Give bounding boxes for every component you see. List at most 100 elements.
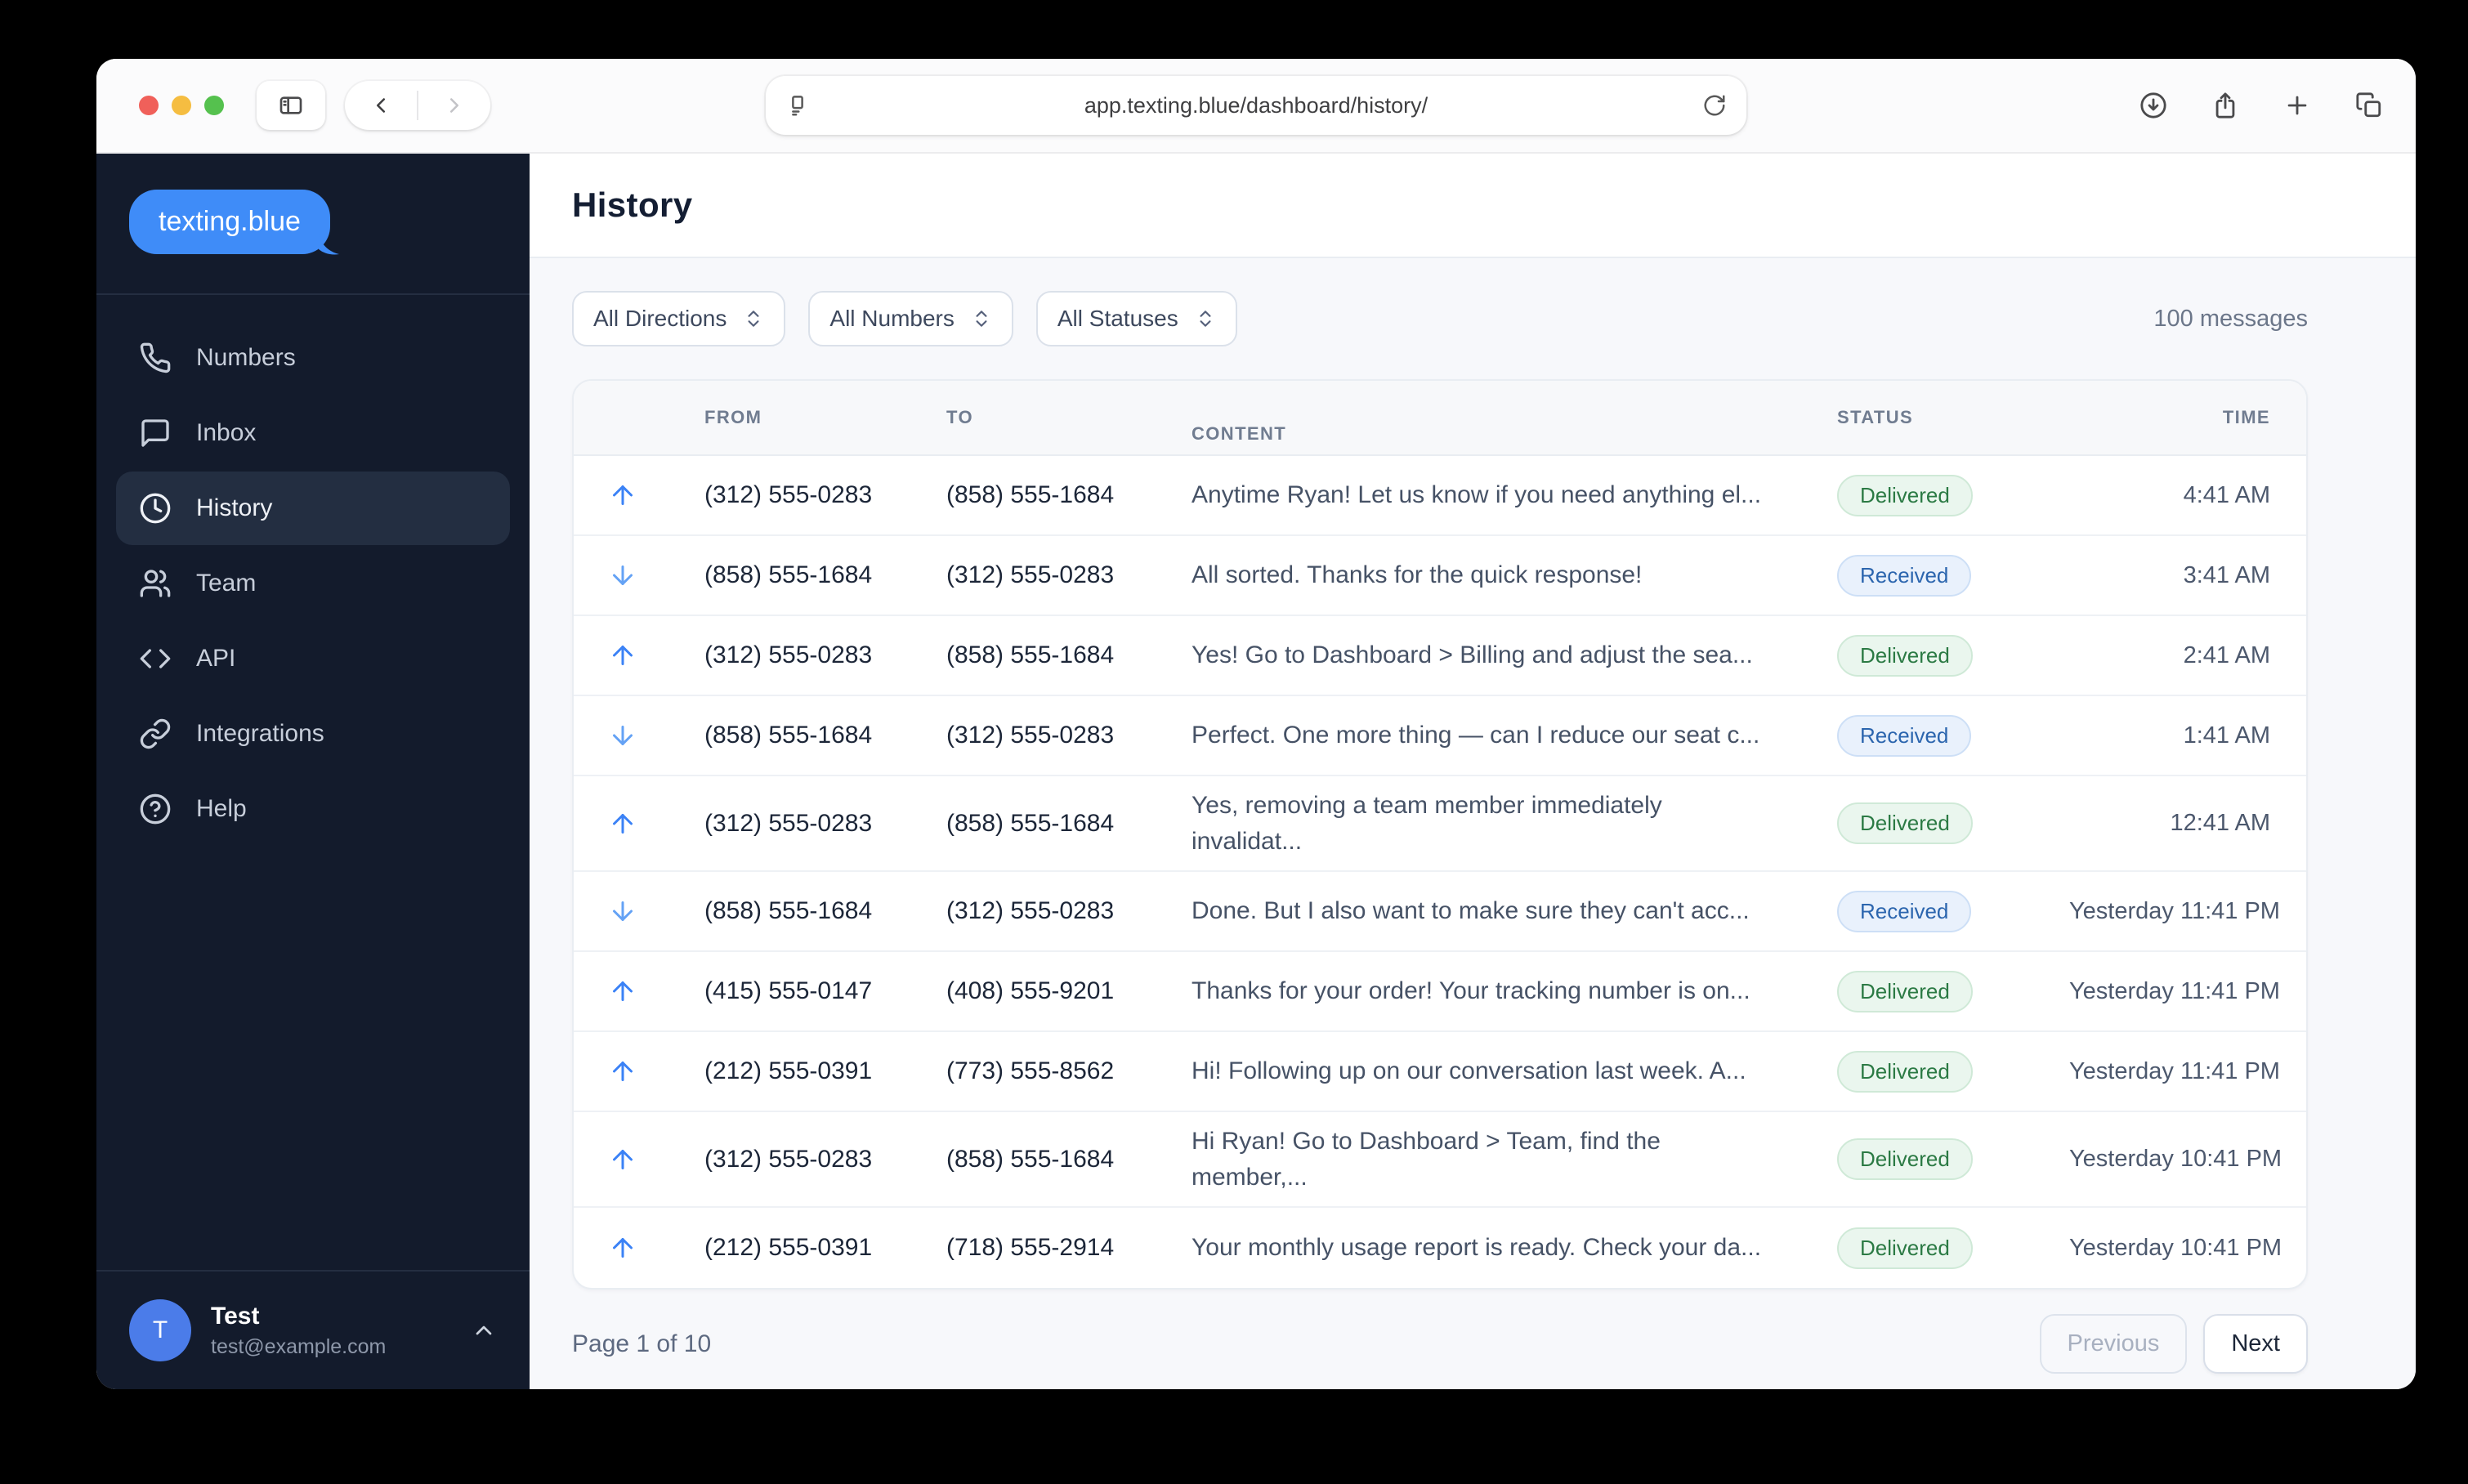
chevrons-up-down-icon — [1195, 308, 1216, 329]
table-row[interactable]: (212) 555-0391 (718) 555-2914 Your month… — [574, 1208, 2306, 1288]
table-row[interactable]: (858) 555-1684 (312) 555-0283 All sorted… — [574, 536, 2306, 616]
message-time: 2:41 AM — [2183, 641, 2270, 668]
url-bar[interactable]: app.texting.blue/dashboard/history/ — [766, 76, 1746, 135]
sidebar-item-label: Inbox — [196, 419, 257, 446]
sidebar-item-history[interactable]: History — [116, 472, 510, 545]
to-number: (718) 555-2914 — [946, 1234, 1115, 1261]
direction-cell — [574, 896, 672, 926]
from-number: (858) 555-1684 — [704, 722, 873, 749]
phone-icon — [139, 342, 172, 374]
direction-cell — [574, 1145, 672, 1174]
tabs-icon[interactable] — [2355, 92, 2383, 119]
table-row[interactable]: (212) 555-0391 (773) 555-8562 Hi! Follow… — [574, 1032, 2306, 1112]
users-icon — [139, 567, 172, 600]
arrow-up-icon — [613, 1062, 633, 1081]
status-badge: Delivered — [1837, 802, 1973, 844]
direction-cell — [574, 561, 672, 590]
status-cell: Delivered — [1804, 970, 2069, 1012]
logo-text: texting.blue — [159, 206, 301, 237]
message-content: Perfect. One more thing — can I reduce o… — [1192, 722, 1760, 749]
message-time: Yesterday 10:41 PM — [2069, 1234, 2282, 1261]
table-row[interactable]: (858) 555-1684 (312) 555-0283 Perfect. O… — [574, 696, 2306, 776]
message-content: Hi Ryan! Go to Dashboard > Team, find th… — [1192, 1128, 1661, 1191]
status-badge: Delivered — [1837, 1138, 1973, 1180]
app-body: texting.blue Numbers Inbox History Team … — [96, 154, 2416, 1389]
sidebar-item-integrations[interactable]: Integrations — [116, 697, 510, 771]
table-body: (312) 555-0283 (858) 555-1684 Anytime Ry… — [574, 456, 2306, 1288]
chevrons-up-down-icon — [743, 308, 764, 329]
download-icon[interactable] — [2139, 92, 2167, 119]
sidebar-item-numbers[interactable]: Numbers — [116, 321, 510, 395]
sidebar-nav: Numbers Inbox History Team API Integrati… — [96, 295, 530, 847]
texting-blue-logo[interactable]: texting.blue — [129, 190, 339, 255]
chevron-up-icon[interactable] — [471, 1317, 497, 1343]
filter-label: All Statuses — [1057, 306, 1178, 331]
share-icon[interactable] — [2211, 92, 2239, 119]
close-button[interactable] — [139, 96, 159, 115]
user-name: Test — [211, 1302, 260, 1330]
status-badge: Received — [1837, 554, 1972, 597]
table-row[interactable]: (312) 555-0283 (858) 555-1684 Anytime Ry… — [574, 456, 2306, 536]
forward-icon[interactable] — [418, 81, 490, 130]
table-row[interactable]: (415) 555-0147 (408) 555-9201 Thanks for… — [574, 952, 2306, 1032]
table-row[interactable]: (312) 555-0283 (858) 555-1684 Hi Ryan! G… — [574, 1112, 2306, 1208]
sidebar-item-team[interactable]: Team — [116, 547, 510, 620]
next-button[interactable]: Next — [2203, 1314, 2308, 1374]
from-number: (312) 555-0283 — [704, 1145, 873, 1173]
message-content: Hi! Following up on our conversation las… — [1192, 1057, 1746, 1085]
new-tab-icon[interactable] — [2283, 92, 2311, 119]
filter-statuses[interactable]: All Statuses — [1035, 291, 1237, 346]
to-number: (408) 555-9201 — [946, 977, 1115, 1004]
sidebar-item-inbox[interactable]: Inbox — [116, 396, 510, 470]
browser-toolbar-right — [2139, 92, 2383, 119]
sidebar-item-label: Team — [196, 570, 257, 597]
back-icon[interactable] — [345, 81, 417, 130]
sidebar-item-api[interactable]: API — [116, 622, 510, 695]
column-header: FROM — [704, 407, 762, 427]
from-number: (312) 555-0283 — [704, 641, 873, 668]
status-cell: Delivered — [1804, 634, 2069, 677]
table-row[interactable]: (312) 555-0283 (858) 555-1684 Yes, remov… — [574, 776, 2306, 872]
table-header: FROM TO CONTENT STATUS TIME — [574, 381, 2306, 456]
sidebar-item-help[interactable]: Help — [116, 772, 510, 846]
direction-cell — [574, 977, 672, 1006]
reader-icon[interactable] — [785, 93, 810, 118]
pager-buttons: Previous Next — [2039, 1314, 2308, 1374]
sidebar-item-label: History — [196, 494, 273, 521]
minimize-button[interactable] — [172, 96, 191, 115]
page-indicator: Page 1 of 10 — [572, 1330, 712, 1357]
direction-cell — [574, 809, 672, 838]
table-row[interactable]: (312) 555-0283 (858) 555-1684 Yes! Go to… — [574, 616, 2306, 696]
filter-numbers[interactable]: All Numbers — [808, 291, 1013, 346]
to-number: (312) 555-0283 — [946, 722, 1115, 749]
previous-button[interactable]: Previous — [2039, 1314, 2188, 1374]
message-content: Your monthly usage report is ready. Chec… — [1192, 1234, 1762, 1262]
maximize-button[interactable] — [204, 96, 224, 115]
sidebar-toggle-icon[interactable] — [257, 81, 325, 130]
message-time: Yesterday 11:41 PM — [2069, 977, 2280, 1004]
message-time: Yesterday 11:41 PM — [2069, 1057, 2280, 1084]
avatar: T — [129, 1299, 191, 1361]
user-menu[interactable]: T Test test@example.com — [96, 1270, 530, 1389]
table-row[interactable]: (858) 555-1684 (312) 555-0283 Done. But … — [574, 872, 2306, 952]
message-time: 12:41 AM — [2170, 810, 2270, 836]
main-panel: History All Directions All Numbers All S… — [530, 154, 2416, 1389]
filter-directions[interactable]: All Directions — [572, 291, 786, 346]
to-number: (312) 555-0283 — [946, 897, 1115, 924]
status-cell: Delivered — [1804, 1050, 2069, 1093]
url-text[interactable]: app.texting.blue/dashboard/history/ — [810, 93, 1702, 118]
status-badge: Received — [1837, 890, 1972, 932]
sidebar-item-label: Help — [196, 795, 247, 822]
from-number: (858) 555-1684 — [704, 897, 873, 924]
message-content: All sorted. Thanks for the quick respons… — [1192, 561, 1643, 589]
message-time: Yesterday 10:41 PM — [2069, 1146, 2282, 1172]
message-content: Anytime Ryan! Let us know if you need an… — [1192, 481, 1762, 509]
from-number: (312) 555-0283 — [704, 481, 873, 508]
browser-chrome: app.texting.blue/dashboard/history/ — [96, 59, 2416, 154]
status-cell: Received — [1804, 890, 2069, 932]
message-time: 4:41 AM — [2183, 481, 2270, 508]
from-number: (858) 555-1684 — [704, 561, 873, 588]
refresh-icon[interactable] — [1702, 93, 1727, 118]
sidebar-item-label: Integrations — [196, 720, 324, 747]
arrow-down-icon — [613, 565, 633, 585]
